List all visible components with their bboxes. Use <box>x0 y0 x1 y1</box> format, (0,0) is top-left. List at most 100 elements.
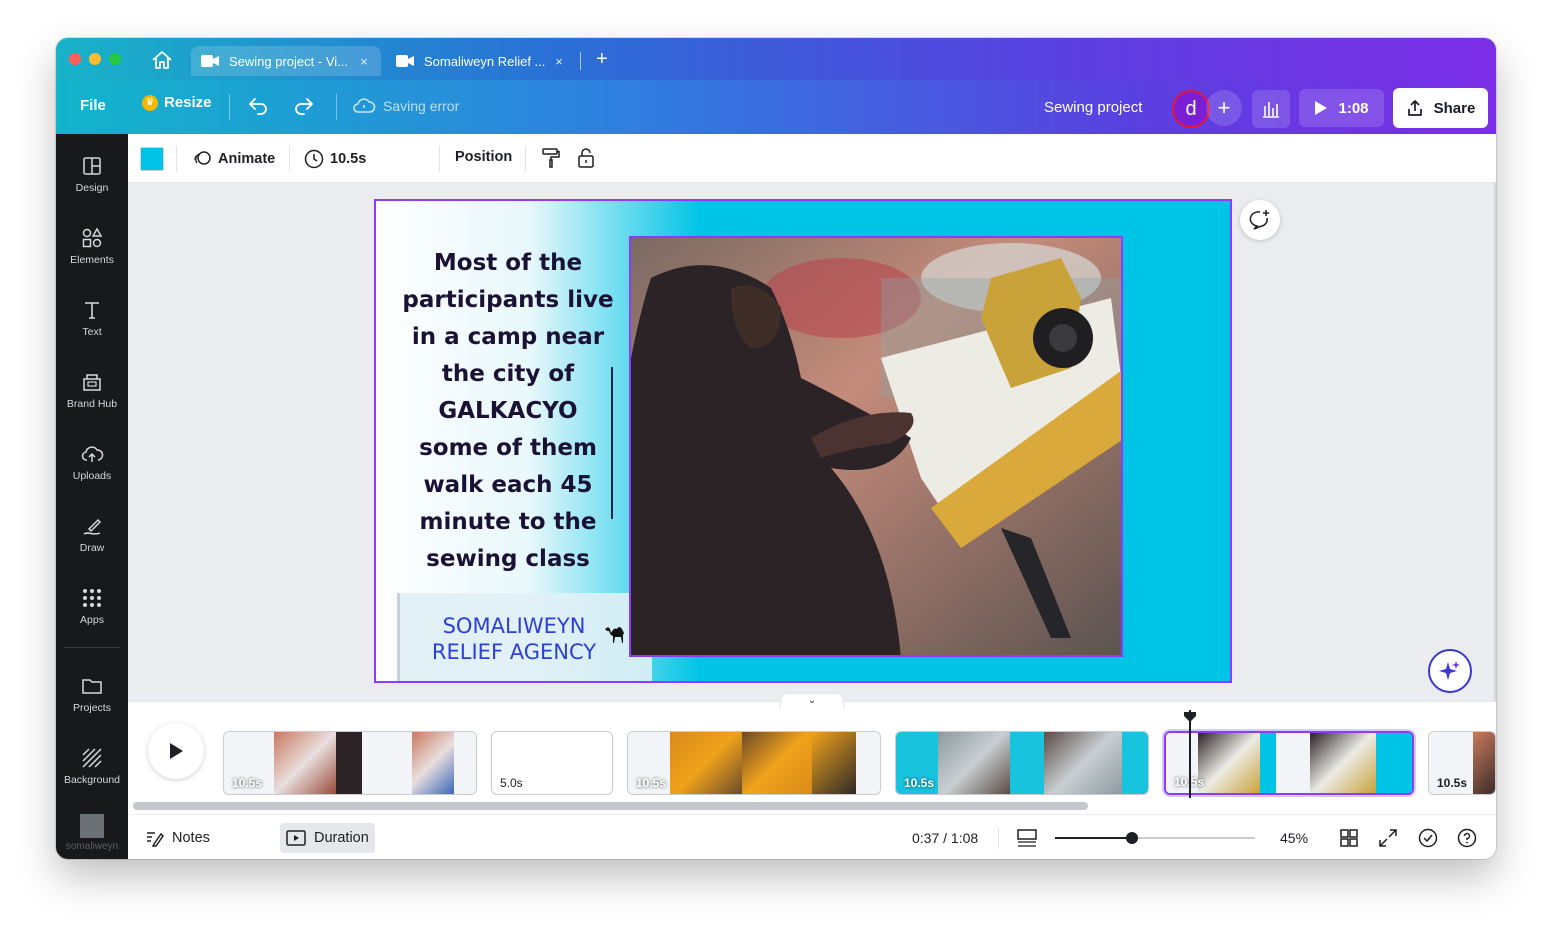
duration-toggle-button[interactable]: Duration <box>280 823 375 853</box>
playback-time: 0:37 / 1:08 <box>912 830 979 846</box>
lock-icon[interactable] <box>575 147 597 169</box>
collapse-timeline-button[interactable]: ⌄ <box>780 693 844 707</box>
color-swatch[interactable] <box>140 147 164 171</box>
sidebar-item-design[interactable]: Design <box>56 146 128 206</box>
sidebar-item-label: Design <box>75 182 109 194</box>
paint-roller-icon[interactable] <box>540 147 562 169</box>
photo-woman-sewing[interactable] <box>629 236 1123 657</box>
text-cursor-line <box>611 367 613 519</box>
clip-frame <box>1473 732 1495 794</box>
timeline-playhead[interactable] <box>1189 710 1191 798</box>
clip-frame <box>336 732 362 794</box>
sewing-photo-image <box>631 238 1121 655</box>
sidebar-item-background[interactable]: Background <box>56 738 128 798</box>
close-window-button[interactable] <box>69 53 81 65</box>
notes-button[interactable]: Notes <box>138 823 216 853</box>
clip-duration: 10.5s <box>1437 776 1468 790</box>
canvas-scrollbar[interactable] <box>1494 183 1496 701</box>
tab-sewing-project[interactable]: Sewing project - Vi... × <box>191 46 381 76</box>
timeline-clip[interactable]: 10.5s <box>627 731 881 795</box>
sidebar-item-brand-hub[interactable]: Brand Hub <box>56 362 128 422</box>
grid-view-icon[interactable] <box>1338 827 1360 849</box>
home-icon[interactable] <box>151 50 173 70</box>
avatar[interactable]: d <box>1172 90 1210 128</box>
tab-label: Somaliweyn Relief ... <box>424 53 546 69</box>
resize-button[interactable]: ♛ Resize <box>142 94 212 111</box>
timeline-view-icon[interactable] <box>1016 827 1038 849</box>
insights-button[interactable] <box>1252 90 1290 128</box>
tab-somaliweyn-relief[interactable]: Somaliweyn Relief ... × <box>386 46 576 76</box>
toolbar-divider <box>176 146 177 172</box>
project-title[interactable]: Sewing project <box>1044 99 1142 116</box>
canvas-area: Most of the participants live in a camp … <box>128 183 1496 701</box>
clip-frame <box>1198 733 1260 793</box>
draw-icon <box>83 518 102 535</box>
timeline-clip-selected[interactable]: 10.5s <box>1164 731 1414 795</box>
new-tab-button[interactable]: + <box>596 48 608 70</box>
minimize-window-button[interactable] <box>89 53 101 65</box>
file-menu-button[interactable]: File <box>80 97 106 114</box>
slide-body-text[interactable]: Most of the participants live in a camp … <box>394 245 622 578</box>
animate-icon <box>194 151 211 165</box>
timeline-clip[interactable]: 5.0s <box>491 731 613 795</box>
close-tab-icon[interactable]: × <box>552 54 566 69</box>
check-circle-icon[interactable] <box>1417 827 1439 849</box>
play-presentation-button[interactable]: 1:08 <box>1299 89 1384 127</box>
redo-icon[interactable] <box>292 94 316 118</box>
clip-duration: 10.5s <box>904 776 935 790</box>
share-button[interactable]: Share <box>1393 88 1488 128</box>
toolbar-divider <box>525 146 526 172</box>
app-window: Sewing project - Vi... × Somaliweyn Reli… <box>56 38 1496 859</box>
zoom-window-button[interactable] <box>109 53 121 65</box>
sidebar-item-draw[interactable]: Draw <box>56 506 128 566</box>
context-toolbar: Animate 10.5s Position <box>128 134 1496 183</box>
sidebar-item-text[interactable]: Text <box>56 290 128 350</box>
timeline-play-button[interactable] <box>148 723 204 779</box>
animate-button[interactable]: Animate <box>192 149 275 169</box>
folder-icon <box>82 679 102 694</box>
logo-line: SOMALIWEYN <box>442 614 586 638</box>
fullscreen-icon[interactable] <box>1377 827 1399 849</box>
timeline-clip[interactable]: 10.5s <box>895 731 1149 795</box>
undo-icon[interactable] <box>246 94 270 118</box>
brand-thumbnail[interactable] <box>80 814 104 838</box>
close-tab-icon[interactable]: × <box>357 54 371 69</box>
text-line: the city of <box>441 361 575 387</box>
duration-button[interactable]: 10.5s <box>304 149 366 169</box>
add-collaborator-button[interactable]: + <box>1206 90 1242 126</box>
resize-label: Resize <box>164 94 212 111</box>
sidebar-item-apps[interactable]: Apps <box>56 578 128 638</box>
zoom-slider-handle[interactable] <box>1126 832 1138 844</box>
sidebar-item-projects[interactable]: Projects <box>56 666 128 726</box>
position-button[interactable]: Position <box>455 149 512 165</box>
text-line: minute to the <box>419 509 597 535</box>
account-label: somaliweyn <box>65 841 119 852</box>
duration-label: 10.5s <box>330 151 367 167</box>
help-icon[interactable] <box>1456 827 1478 849</box>
add-comment-button[interactable] <box>1240 200 1280 240</box>
playhead-handle[interactable] <box>1184 712 1196 722</box>
timeline-clip[interactable]: 10.5s <box>1428 731 1496 795</box>
sidebar-item-label: Projects <box>73 702 111 714</box>
timeline-clip[interactable]: 10.5s <box>223 731 477 795</box>
sidebar-item-label: Text <box>82 326 102 338</box>
sidebar-item-label: Draw <box>79 542 105 554</box>
clip-duration: 5.0s <box>500 776 523 790</box>
zoom-percentage[interactable]: 45% <box>1280 830 1308 846</box>
clock-icon <box>304 149 324 169</box>
sidebar-item-elements[interactable]: Elements <box>56 218 128 278</box>
timeline-scrollbar[interactable] <box>133 802 1088 810</box>
agency-logo[interactable]: SOMALIWEYN RELIEF AGENCY <box>397 593 652 681</box>
play-icon <box>1315 101 1328 115</box>
text-line: sewing class <box>426 546 590 572</box>
text-line: GALKACYO <box>438 398 578 424</box>
slide-canvas[interactable]: Most of the participants live in a camp … <box>374 199 1232 683</box>
clip-duration: 10.5s <box>232 776 263 790</box>
sidebar-item-uploads[interactable]: Uploads <box>56 434 128 494</box>
text-icon <box>85 302 99 319</box>
cloud-error-icon[interactable] <box>352 96 376 116</box>
zoom-slider[interactable] <box>1055 832 1255 844</box>
play-icon <box>170 743 183 759</box>
notes-icon <box>147 832 164 847</box>
magic-assistant-button[interactable] <box>1428 649 1472 693</box>
